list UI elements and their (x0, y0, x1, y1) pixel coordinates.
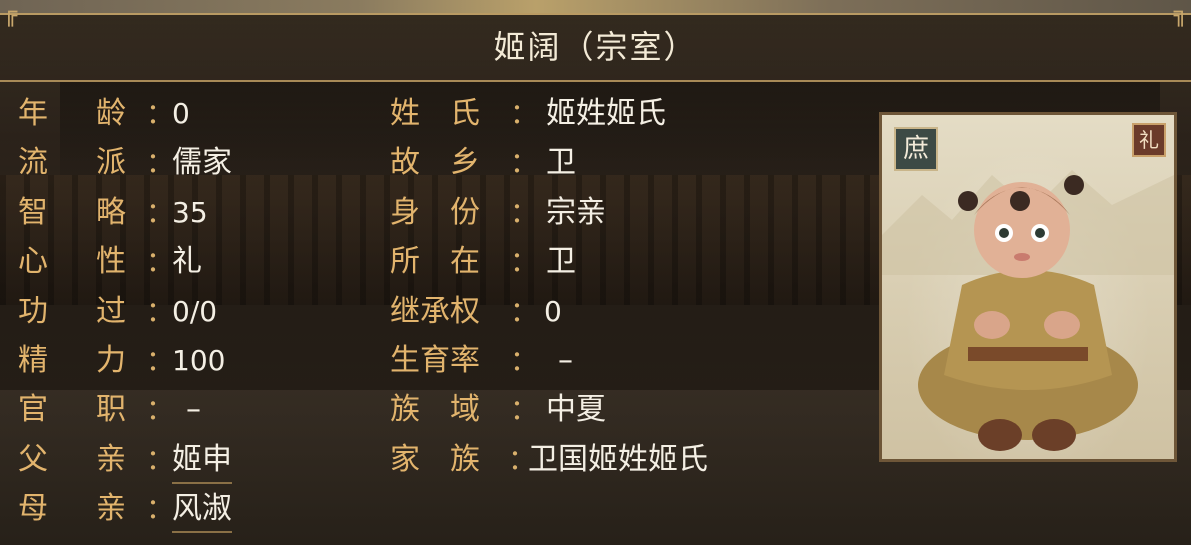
value-location: 卫 (546, 244, 576, 279)
trait-badge: 礼 (1132, 123, 1166, 157)
label-energy: 精力 (18, 341, 126, 381)
label-school: 流派 (18, 143, 126, 183)
label-mother: 母亲 (18, 489, 126, 529)
value-intellect: 35 (172, 196, 208, 229)
colon: ： (146, 196, 175, 229)
value-hometown: 卫 (546, 145, 576, 180)
colon: ： (510, 295, 539, 328)
colon: ： (146, 344, 175, 377)
label-char: 亲 (96, 491, 126, 526)
label-succession: 继承权 (390, 294, 480, 329)
label-char: 性 (96, 244, 126, 279)
label-surname: 姓 氏 (390, 96, 480, 131)
colon: ： (510, 344, 539, 377)
character-portrait[interactable]: 庶 礼 (879, 112, 1177, 462)
colon: ： (510, 97, 539, 130)
value-ethnicity: 中夏 (546, 392, 606, 427)
label-char: 功 (18, 294, 48, 329)
value-office: – (186, 392, 201, 427)
label-char: 官 (18, 392, 48, 427)
value-school: 儒家 (172, 145, 232, 180)
label-char: 亲 (96, 442, 126, 477)
label-char: 过 (96, 294, 126, 329)
value-succession: 0 (544, 295, 562, 328)
father-link[interactable]: 姬申 (172, 440, 232, 484)
label-char: 力 (96, 343, 126, 378)
colon: ： (510, 196, 539, 229)
rank-badge: 庶 (894, 127, 938, 171)
label-intellect: 智略 (18, 193, 126, 233)
label-char: 略 (96, 195, 126, 230)
label-char: 龄 (96, 96, 126, 131)
label-clan: 家 族 (390, 442, 480, 477)
colon: ： (510, 146, 539, 179)
colon: ： (146, 146, 175, 179)
colon: ： (146, 245, 175, 278)
value-temperament: 礼 (172, 244, 202, 279)
label-ethnicity: 族 域 (390, 392, 480, 427)
colon: ： (510, 245, 539, 278)
label-status: 身 份 (390, 195, 480, 230)
value-energy: 100 (172, 344, 226, 377)
label-char: 母 (18, 491, 48, 526)
top-strip (0, 0, 1191, 14)
label-char: 派 (96, 145, 126, 180)
label-age: 年龄 (18, 94, 126, 134)
value-age: 0 (172, 97, 190, 130)
value-clan: 卫国姬姓姬氏 (528, 442, 708, 477)
label-char: 精 (18, 343, 48, 378)
label-father: 父亲 (18, 440, 126, 480)
colon: ： (146, 443, 175, 476)
label-fertility: 生育率 (390, 343, 480, 378)
label-char: 年 (18, 96, 48, 131)
character-title: 姬阔（宗室） (493, 28, 698, 66)
value-merit: 0/0 (172, 295, 218, 328)
colon: ： (146, 492, 175, 525)
value-surname: 姬姓姬氏 (546, 96, 666, 131)
colon: ： (510, 393, 539, 426)
mother-link[interactable]: 风淑 (172, 489, 232, 533)
label-hometown: 故 乡 (390, 145, 480, 180)
label-location: 所 在 (390, 244, 480, 279)
label-temperament: 心性 (18, 242, 126, 282)
value-fertility: – (558, 343, 573, 378)
colon: ： (146, 295, 175, 328)
label-char: 流 (18, 145, 48, 180)
value-status: 宗亲 (546, 195, 606, 230)
header-border-top (0, 13, 1191, 15)
label-char: 职 (96, 392, 126, 427)
label-office: 官职 (18, 390, 126, 430)
label-char: 心 (18, 244, 48, 279)
colon: ： (146, 97, 175, 130)
label-char: 智 (18, 195, 48, 230)
header-border-bottom (0, 80, 1191, 82)
label-char: 父 (18, 442, 48, 477)
colon: ： (146, 393, 175, 426)
label-merit: 功过 (18, 292, 126, 332)
